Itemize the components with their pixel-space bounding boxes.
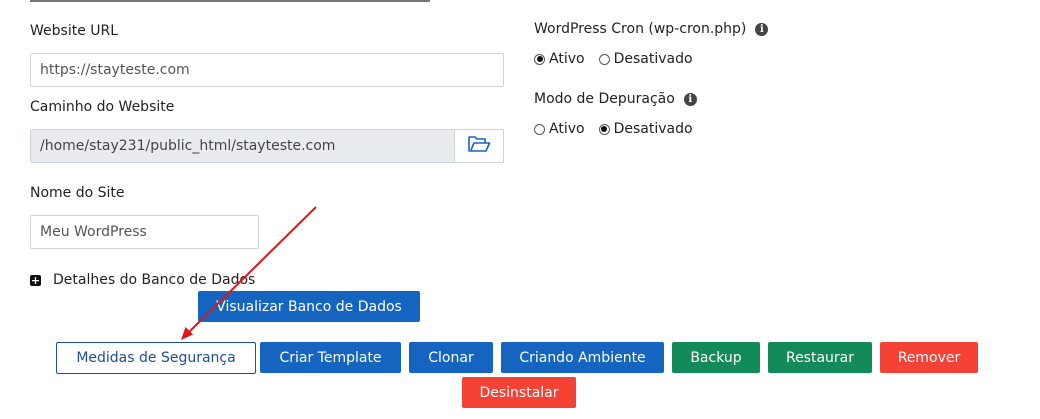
- annotation-arrow: [181, 206, 317, 340]
